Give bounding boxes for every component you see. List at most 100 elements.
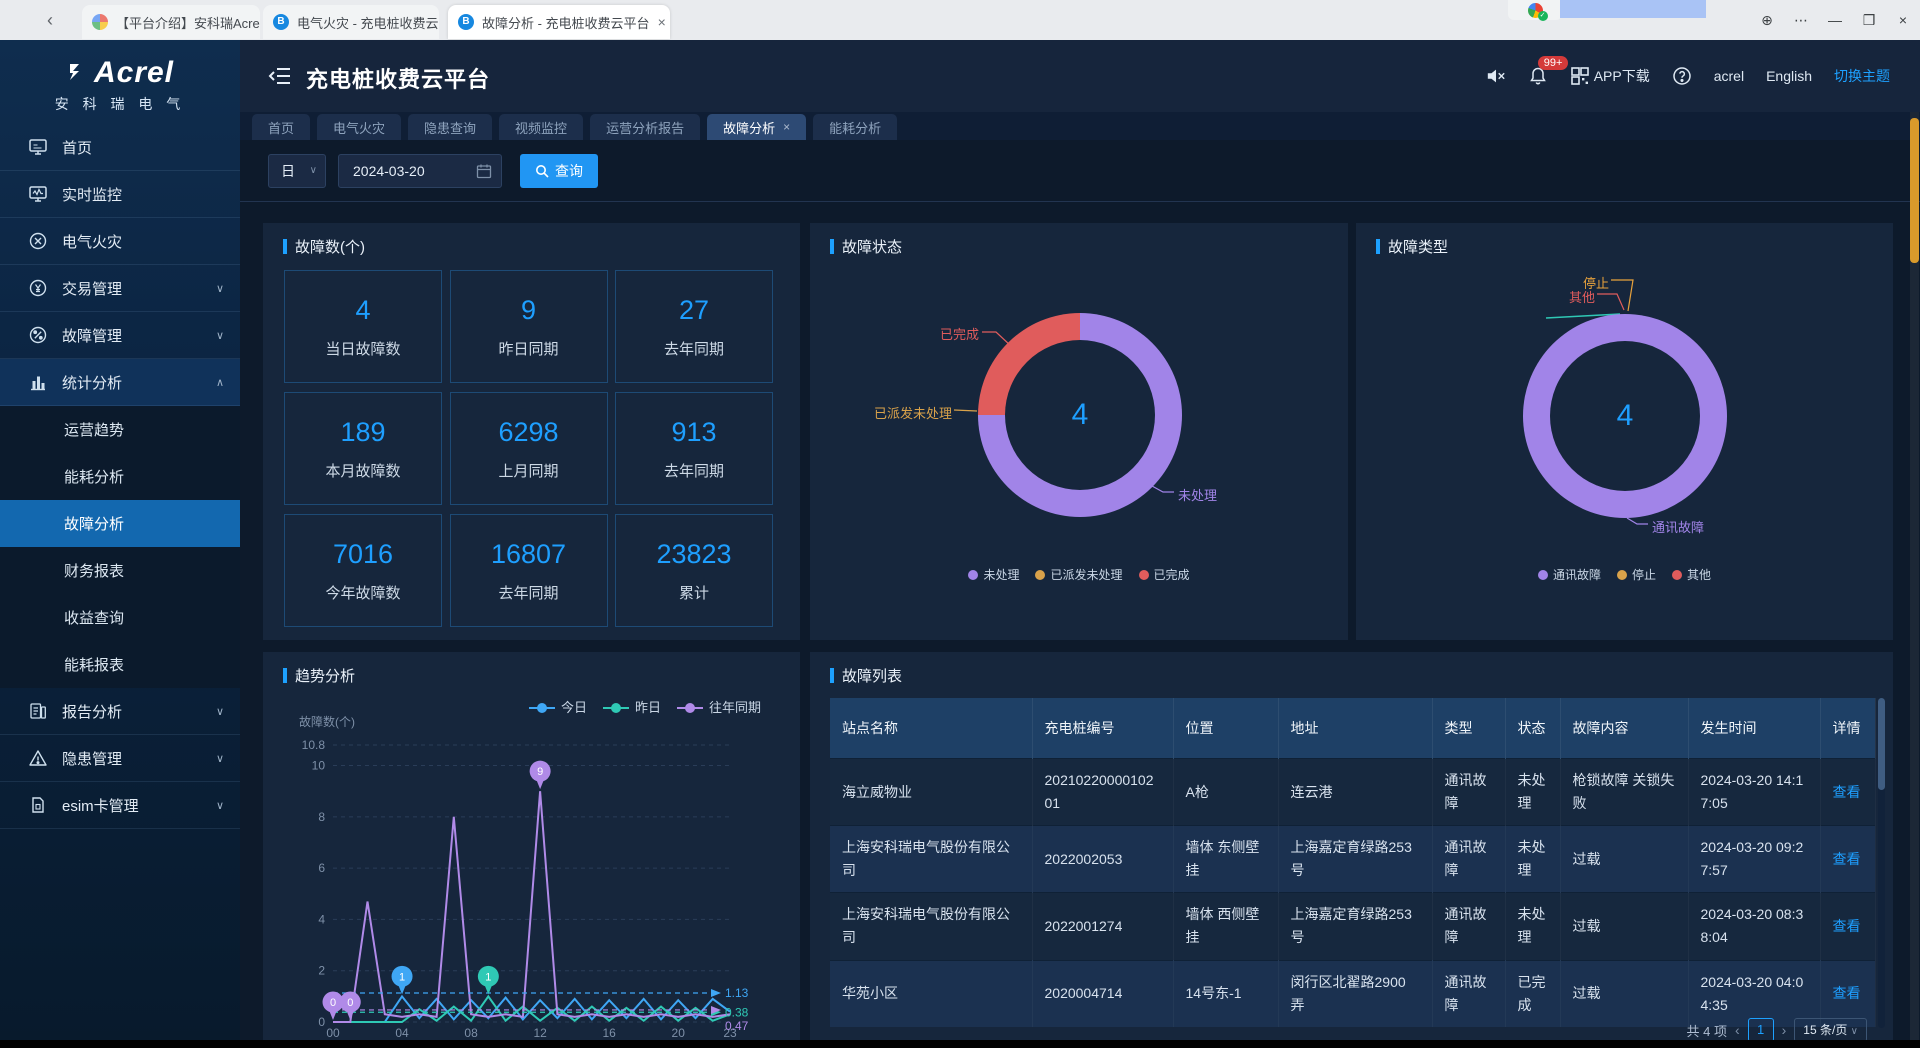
sidebar-subitem-2[interactable]: 故障分析 — [0, 500, 240, 547]
chevron-down-icon: ∨ — [216, 329, 224, 342]
date-input[interactable]: 2024-03-20 — [338, 154, 502, 188]
pagination-page[interactable]: 1 — [1748, 1018, 1774, 1042]
table-scrollbar-thumb[interactable] — [1878, 698, 1885, 790]
sidebar-subitem-4[interactable]: 收益查询 — [0, 594, 240, 641]
chevron-down-icon: ∨ — [310, 155, 317, 187]
pagination-total: 共 4 项 — [1686, 1021, 1726, 1040]
browser-logo-icon: ✓ — [1528, 3, 1543, 18]
home-icon — [28, 137, 48, 157]
page-tab-5[interactable]: 故障分析× — [707, 114, 806, 140]
sidebar-subitem-5[interactable]: 能耗报表 — [0, 641, 240, 688]
legend-label: 已派发未处理 — [1050, 566, 1122, 583]
sidebar: Acrel 安 科 瑞 电 气 首页实时监控电气火灾交易管理∨故障管理∨统计分析… — [0, 40, 240, 1048]
stat-card: 7016今年故障数 — [284, 514, 442, 627]
simcard-icon — [28, 795, 48, 815]
username[interactable]: acrel — [1714, 68, 1744, 84]
sidebar-item-6[interactable]: 报告分析∨ — [0, 688, 240, 735]
page-tab-2[interactable]: 隐患查询 — [408, 114, 492, 140]
minimize-icon[interactable]: — — [1818, 0, 1852, 40]
stat-label: 累计 — [679, 582, 709, 603]
restore-icon[interactable]: ❒ — [1852, 0, 1886, 40]
query-button[interactable]: 查询 — [520, 154, 598, 188]
view-link[interactable]: 查看 — [1833, 985, 1861, 1001]
sidebar-item-label: 实时监控 — [62, 184, 122, 205]
filter-bar: 日∨ 2024-03-20 查询 — [240, 140, 1920, 202]
browser-tab[interactable]: 【平台介绍】安科瑞AcrelCloud-9 — [82, 5, 260, 39]
app-download-button[interactable]: APP下载 — [1570, 66, 1650, 86]
sidebar-subitem-3[interactable]: 财务报表 — [0, 547, 240, 594]
legend-label: 未处理 — [983, 566, 1019, 583]
page-size-select[interactable]: 15 条/页 ∨ — [1794, 1018, 1867, 1042]
sidebar-item-8[interactable]: esim卡管理∨ — [0, 782, 240, 829]
legend-dot-icon — [1617, 570, 1627, 580]
close-icon[interactable]: × — [1886, 0, 1920, 40]
panel-fault-count: 故障数(个) 4当日故障数9昨日同期27去年同期189本月故障数6298上月同期… — [263, 223, 800, 640]
help-icon[interactable] — [1672, 66, 1692, 86]
view-link[interactable]: 查看 — [1833, 784, 1861, 800]
legend-item[interactable]: 已派发未处理 — [1035, 566, 1122, 583]
svg-text:10.8: 10.8 — [302, 738, 326, 752]
panel-fault-type: 故障类型 4 停止 其他 通讯故障 通讯故障停止其他 — [1356, 223, 1893, 640]
sidebar-item-7[interactable]: 隐患管理∨ — [0, 735, 240, 782]
table-cell: 墙体 西侧壁挂 — [1173, 893, 1278, 960]
pagination-prev[interactable]: ‹ — [1735, 1022, 1740, 1038]
legend-item[interactable]: 通讯故障 — [1538, 566, 1601, 583]
view-link[interactable]: 查看 — [1833, 851, 1861, 867]
check-badge-icon: ✓ — [1538, 11, 1548, 21]
table-cell: 2021022000010201 — [1032, 759, 1173, 826]
table-header-cell: 状态 — [1505, 698, 1560, 759]
browser-bar: ‹ › ⟳ 【平台介绍】安科瑞AcrelCloud-9B电气火灾 - 充电桩收费… — [0, 0, 1920, 40]
page-title: 充电桩收费云平台 — [306, 62, 490, 94]
tab-close-icon[interactable]: × — [783, 120, 790, 134]
mute-icon[interactable] — [1486, 66, 1506, 86]
page-scrollbar-thumb[interactable] — [1910, 118, 1919, 263]
page-tab-1[interactable]: 电气火灾 — [317, 114, 401, 140]
page-tab-label: 首页 — [268, 118, 294, 137]
page-tab-0[interactable]: 首页 — [252, 114, 310, 140]
sidebar-subitem-0[interactable]: 运营趋势 — [0, 406, 240, 453]
browser-tab[interactable]: B故障分析 - 充电桩收费云平台× — [448, 5, 670, 39]
page-tab-label: 电气火灾 — [333, 118, 385, 137]
bell-icon[interactable]: 99+ — [1528, 66, 1548, 86]
theme-toggle[interactable]: 切换主题 — [1834, 66, 1890, 86]
globe-icon[interactable]: ⊕ — [1750, 0, 1784, 40]
sidebar-item-2[interactable]: 电气火灾 — [0, 218, 240, 265]
sidebar-item-4[interactable]: 故障管理∨ — [0, 312, 240, 359]
stat-value: 27 — [679, 295, 709, 326]
language-toggle[interactable]: English — [1766, 68, 1812, 84]
legend-item[interactable]: 停止 — [1617, 566, 1656, 583]
more-icon[interactable]: ⋯ — [1784, 0, 1818, 40]
logo-mark-icon — [66, 58, 90, 92]
callout-other: 其他 — [1569, 287, 1595, 306]
browser-extension-chip[interactable]: ✓ — [1508, 0, 1562, 20]
sidebar-collapse-icon[interactable] — [268, 66, 292, 86]
legend-item[interactable]: 其他 — [1672, 566, 1711, 583]
svg-text:6: 6 — [318, 861, 325, 875]
page-tab-4[interactable]: 运营分析报告 — [590, 114, 700, 140]
sidebar-item-1[interactable]: 实时监控 — [0, 171, 240, 218]
svg-text:2: 2 — [318, 964, 325, 978]
browser-tab[interactable]: B电气火灾 - 充电桩收费云平台 — [263, 5, 439, 39]
tab-close-icon[interactable]: × — [658, 14, 666, 30]
view-link[interactable]: 查看 — [1833, 918, 1861, 934]
table-row: 上海安科瑞电气股份有限公司2022001274墙体 西侧壁挂上海嘉定育绿路253… — [830, 893, 1875, 960]
selection-overlay — [1560, 0, 1706, 18]
period-select[interactable]: 日∨ — [268, 154, 326, 188]
sidebar-subitem-1[interactable]: 能耗分析 — [0, 453, 240, 500]
legend-item[interactable]: 已完成 — [1139, 566, 1190, 583]
sidebar-item-label: 统计分析 — [62, 372, 122, 393]
table-header-cell: 故障内容 — [1560, 698, 1688, 759]
pagination-next[interactable]: › — [1782, 1022, 1787, 1038]
svg-text:昨日: 昨日 — [635, 700, 661, 715]
sidebar-item-5[interactable]: 统计分析∧ — [0, 359, 240, 406]
legend-item[interactable]: 未处理 — [968, 566, 1019, 583]
sidebar-item-label: 隐患管理 — [62, 748, 122, 769]
legend-dot-icon — [1139, 570, 1149, 580]
sidebar-item-3[interactable]: 交易管理∨ — [0, 265, 240, 312]
page-tab-6[interactable]: 能耗分析 — [813, 114, 897, 140]
stats-icon — [28, 372, 48, 392]
page-tab-3[interactable]: 视频监控 — [499, 114, 583, 140]
table-cell: 已完成 — [1505, 960, 1560, 1027]
browser-back-icon[interactable]: ‹ — [38, 8, 62, 32]
sidebar-item-0[interactable]: 首页 — [0, 124, 240, 171]
